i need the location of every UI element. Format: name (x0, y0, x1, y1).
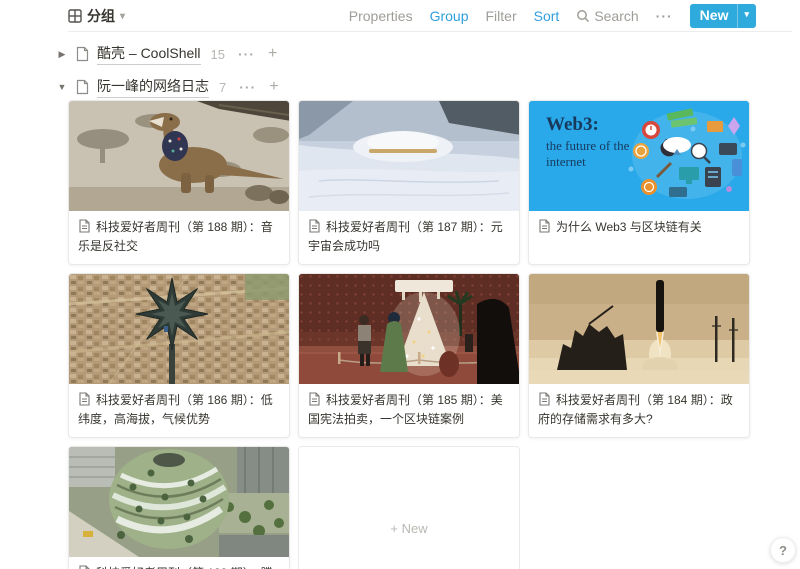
sort-button[interactable]: Sort (534, 8, 560, 24)
gallery-card[interactable]: 科技爱好者周刊（第 184 期）：政府的存储需求有多大? (528, 273, 750, 438)
web3-cover-subtitle: the future of the internet (546, 138, 638, 171)
new-button[interactable]: New ▾ (690, 4, 756, 28)
page-icon (75, 79, 90, 95)
search-icon (576, 9, 590, 23)
card-title-text: 科技爱好者周刊（第 187 期）：元宇宙会成功吗 (308, 220, 503, 253)
card-title: 科技爱好者周刊（第 187 期）：元宇宙会成功吗 (299, 211, 519, 264)
group-title[interactable]: 阮一峰的网络日志 (97, 76, 209, 98)
gallery-card[interactable]: 科技爱好者周刊（第 186 期）：低纬度，高海拔，气候优势 (68, 273, 290, 438)
group-button[interactable]: Group (430, 8, 469, 24)
card-title-text: 为什么 Web3 与区块链有关 (556, 220, 702, 234)
group-header-ruanyifeng: ▼ 阮一峰的网络日志 7 ··· + (56, 77, 279, 97)
new-dropdown-caret-icon[interactable]: ▾ (738, 4, 756, 28)
group-more-button[interactable]: ··· (239, 79, 256, 95)
gallery-grid: 科技爱好者周刊（第 188 期）：音乐是反社交 (68, 100, 752, 569)
page-icon (308, 219, 321, 233)
snow-stadium-cover-image (299, 101, 519, 211)
trex-museum-cover-image (69, 101, 289, 211)
group-add-button[interactable]: + (268, 45, 277, 63)
collapse-toggle-icon[interactable]: ▶ (56, 49, 68, 60)
page-icon (308, 392, 321, 406)
web3-cover-heading: Web3: (546, 114, 638, 136)
gallery-card[interactable]: Web3: the future of the internet 为什么 Web… (528, 100, 750, 265)
view-switcher[interactable]: 分组 ▾ (68, 6, 125, 26)
new-button-label[interactable]: New (690, 4, 738, 28)
card-title: 科技爱好者周刊（第 183 期）：腾讯的员工退休福利 (69, 557, 289, 569)
more-options-button[interactable]: ··· (656, 8, 673, 24)
group-more-button[interactable]: ··· (238, 46, 255, 62)
card-title: 为什么 Web3 与区块链有关 (529, 211, 749, 246)
group-count: 7 (219, 80, 226, 95)
view-name: 分组 (87, 6, 115, 26)
new-card-button[interactable]: + New (298, 446, 520, 569)
group-add-button[interactable]: + (269, 78, 278, 96)
new-card-label: + New (390, 521, 427, 536)
helix-building-cover-image (69, 447, 289, 557)
card-title: 科技爱好者周刊（第 185 期）：美国宪法拍卖，一个区块链案例 (299, 384, 519, 437)
card-title: 科技爱好者周刊（第 184 期）：政府的存储需求有多大? (529, 384, 749, 437)
search-button[interactable]: Search (576, 8, 638, 24)
table-view-icon (68, 9, 82, 23)
plaza-auction-cover-image (299, 274, 519, 384)
web3-cover-text: Web3: the future of the internet (546, 114, 638, 171)
help-icon: ? (779, 543, 787, 558)
toolbar: 分组 ▾ Properties Group Filter Sort Search… (0, 0, 800, 33)
group-title[interactable]: 酷壳 – CoolShell (97, 43, 201, 65)
card-title-text: 科技爱好者周刊（第 185 期）：美国宪法拍卖，一个区块链案例 (308, 393, 503, 426)
filter-button[interactable]: Filter (486, 8, 517, 24)
card-title-text: 科技爱好者周刊（第 186 期）：低纬度，高海拔，气候优势 (78, 393, 273, 426)
gallery-card[interactable]: 科技爱好者周刊（第 187 期）：元宇宙会成功吗 (298, 100, 520, 265)
gallery-card[interactable]: 科技爱好者周刊（第 183 期）：腾讯的员工退休福利 (68, 446, 290, 569)
card-title-text: 科技爱好者周刊（第 184 期）：政府的存储需求有多大? (538, 393, 733, 426)
group-header-coolshell: ▶ 酷壳 – CoolShell 15 ··· + (56, 44, 277, 64)
rocket-launch-cover-image (529, 274, 749, 384)
page-icon (75, 46, 90, 62)
page-icon (78, 565, 91, 569)
page-icon (538, 392, 551, 406)
gallery-card[interactable]: 科技爱好者周刊（第 188 期）：音乐是反社交 (68, 100, 290, 265)
help-button[interactable]: ? (770, 537, 796, 563)
page-icon (78, 219, 91, 233)
page-icon (78, 392, 91, 406)
card-title: 科技爱好者周刊（第 188 期）：音乐是反社交 (69, 211, 289, 264)
card-title: 科技爱好者周刊（第 186 期）：低纬度，高海拔，气候优势 (69, 384, 289, 437)
card-title-text: 科技爱好者周刊（第 188 期）：音乐是反社交 (78, 220, 273, 253)
city-star-cover-image (69, 274, 289, 384)
expand-toggle-icon[interactable]: ▼ (56, 82, 68, 92)
search-label: Search (594, 8, 638, 24)
chevron-down-icon: ▾ (120, 12, 125, 22)
page-icon (538, 219, 551, 233)
properties-button[interactable]: Properties (349, 8, 413, 24)
group-count: 15 (211, 47, 225, 62)
gallery-card[interactable]: 科技爱好者周刊（第 185 期）：美国宪法拍卖，一个区块链案例 (298, 273, 520, 438)
